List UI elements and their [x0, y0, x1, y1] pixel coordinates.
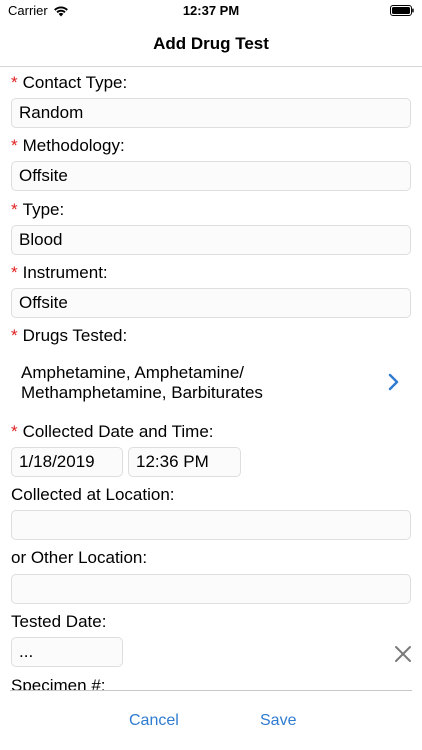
collected-date-field[interactable]: 1/18/2019: [11, 447, 123, 477]
methodology-field[interactable]: Offsite: [11, 161, 411, 191]
drugs-tested-value[interactable]: Amphetamine, Amphetamine/ Methamphetamin…: [21, 363, 361, 403]
collected-location-field[interactable]: [11, 510, 411, 540]
chevron-right-icon[interactable]: [386, 373, 400, 391]
required-marker: *: [11, 73, 18, 92]
collected-time-field[interactable]: 12:36 PM: [128, 447, 241, 477]
type-field[interactable]: Blood: [11, 225, 411, 255]
required-marker: *: [11, 200, 18, 219]
instrument-label: * Instrument:: [11, 263, 108, 282]
save-button[interactable]: Save: [260, 711, 296, 731]
methodology-label: * Methodology:: [11, 136, 125, 155]
close-icon[interactable]: [394, 645, 412, 663]
specimen-label: Specimen #:: [11, 676, 106, 690]
tested-date-field[interactable]: ...: [11, 637, 123, 667]
contact-type-field[interactable]: Random: [11, 98, 411, 128]
instrument-field[interactable]: Offsite: [11, 288, 411, 318]
type-label: * Type:: [11, 200, 65, 219]
required-marker: *: [11, 136, 18, 155]
required-marker: *: [11, 326, 18, 345]
status-bar: Carrier 12:37 PM: [0, 0, 422, 22]
screen: Carrier 12:37 PM Add Drug Test * Contact …: [0, 0, 422, 750]
tested-date-label: Tested Date:: [11, 612, 107, 631]
required-marker: *: [11, 263, 18, 282]
collected-datetime-label: * Collected Date and Time:: [11, 422, 214, 441]
drug-test-form[interactable]: * Contact Type: Random * Methodology: Offs…: [0, 67, 422, 690]
contact-type-label: * Contact Type:: [11, 73, 128, 92]
toolbar-divider: [10, 690, 412, 691]
cancel-button[interactable]: Cancel: [129, 711, 179, 731]
required-marker: *: [11, 422, 18, 441]
other-location-label: or Other Location:: [11, 548, 148, 567]
nav-bar: Add Drug Test: [0, 22, 422, 67]
page-title: Add Drug Test: [153, 34, 269, 53]
battery-icon: [390, 5, 414, 16]
drugs-tested-label: * Drugs Tested:: [11, 326, 128, 345]
collected-location-label: Collected at Location:: [11, 485, 175, 504]
other-location-field[interactable]: [11, 574, 411, 604]
status-time: 12:37 PM: [182, 3, 240, 18]
